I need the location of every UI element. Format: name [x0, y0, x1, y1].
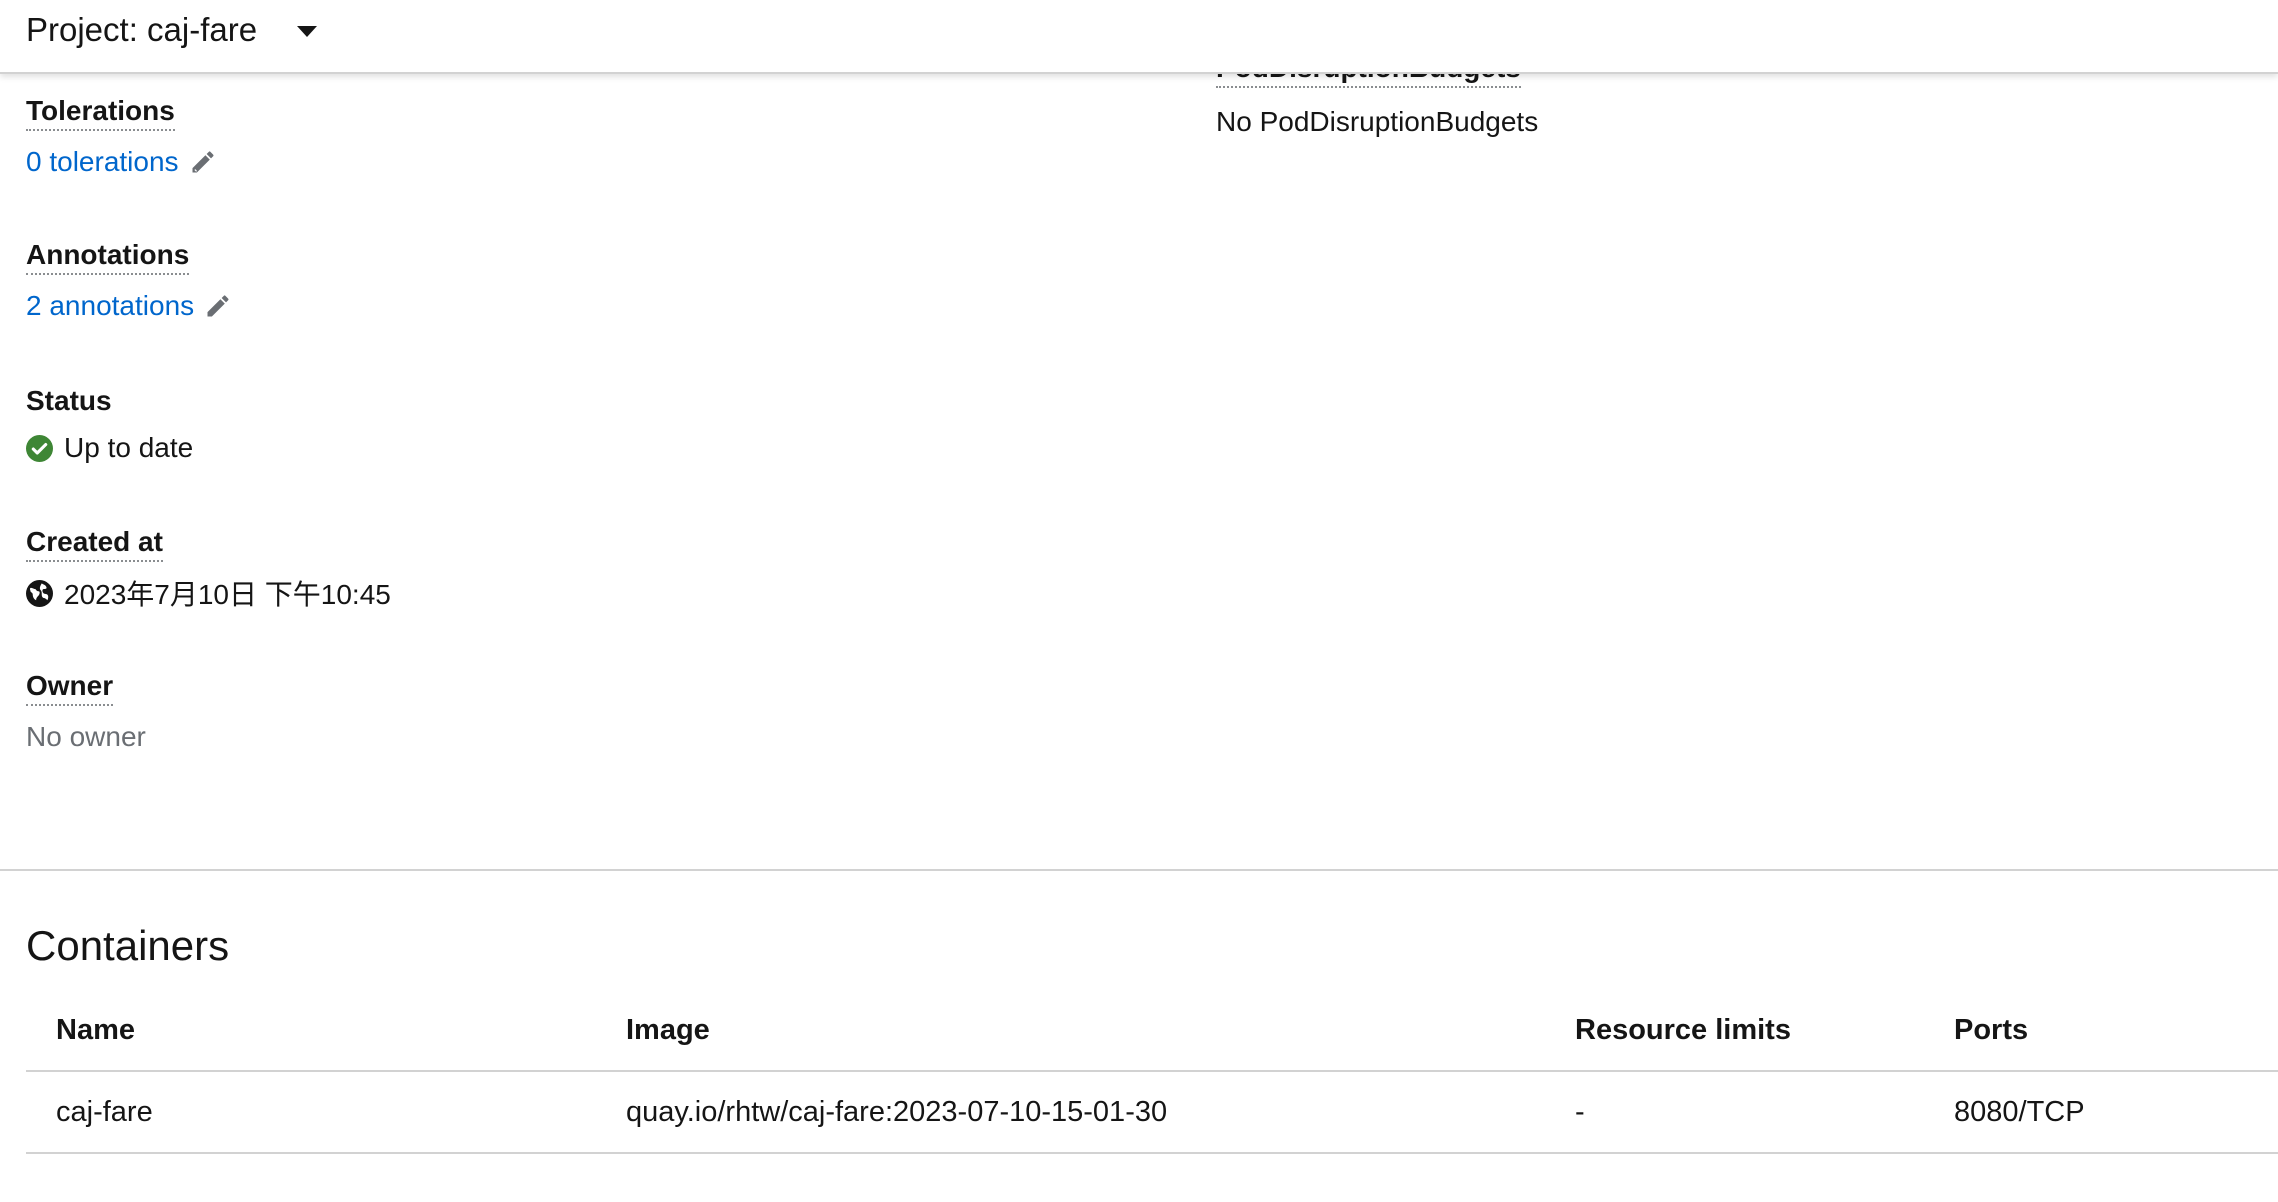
globe-icon — [26, 579, 53, 607]
tolerations-value: 0 tolerations — [26, 142, 217, 182]
container-resource-limits-cell: - — [1575, 1095, 1585, 1128]
table-row: caj-fare quay.io/rhtw/caj-fare:2023-07-1… — [26, 1072, 2278, 1154]
container-name-cell: caj-fare — [56, 1095, 153, 1128]
containers-heading: Containers — [26, 922, 230, 969]
owner-label[interactable]: Owner — [26, 670, 114, 706]
project-bar: Project: caj-fare — [0, 0, 2278, 74]
project-selector-toggle[interactable]: Project: caj-fare — [26, 10, 318, 50]
column-header-ports: Ports — [1954, 1013, 2029, 1046]
containers-table: Name Image Resource limits Ports caj-far… — [26, 990, 2278, 1154]
annotations-label[interactable]: Annotations — [26, 239, 190, 275]
pencil-icon[interactable] — [189, 148, 217, 176]
table-header-row: Name Image Resource limits Ports — [26, 990, 2278, 1072]
pencil-icon[interactable] — [204, 292, 232, 320]
pdb-value: No PodDisruptionBudgets — [1216, 106, 1539, 137]
column-header-name: Name — [56, 1013, 135, 1046]
status-label: Status — [26, 385, 112, 416]
section-divider — [0, 869, 2278, 871]
created-at-label[interactable]: Created at — [26, 526, 163, 562]
annotations-value: 2 annotations — [26, 286, 232, 326]
project-selector-label: Project: caj-fare — [26, 11, 258, 48]
created-at-value: 2023年7月10日 下午10:45 — [26, 573, 391, 613]
tolerations-label[interactable]: Tolerations — [26, 95, 175, 131]
created-at-text: 2023年7月10日 下午10:45 — [64, 579, 391, 610]
status-value: Up to date — [26, 428, 193, 468]
caret-down-icon — [297, 25, 318, 37]
column-header-image: Image — [626, 1013, 710, 1046]
page: Project: caj-fare PodDisruptionBudgets N… — [0, 0, 2278, 1202]
annotations-link[interactable]: 2 annotations — [26, 290, 194, 322]
status-text: Up to date — [64, 432, 194, 463]
check-circle-icon — [26, 434, 53, 462]
column-header-resource-limits: Resource limits — [1575, 1013, 1791, 1046]
owner-value: No owner — [26, 721, 146, 752]
container-image-cell: quay.io/rhtw/caj-fare:2023-07-10-15-01-3… — [626, 1095, 1168, 1128]
container-ports-cell: 8080/TCP — [1954, 1095, 2085, 1128]
tolerations-link[interactable]: 0 tolerations — [26, 146, 179, 178]
